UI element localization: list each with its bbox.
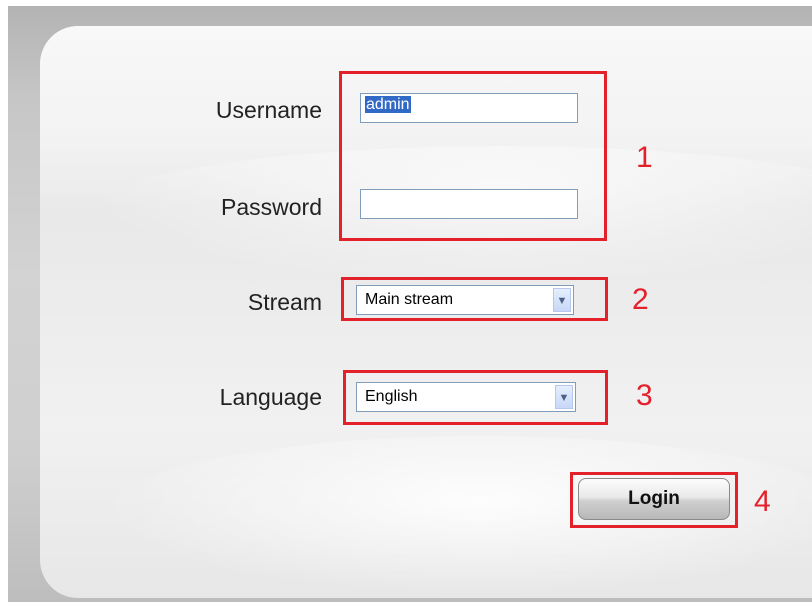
callout-box-login (570, 472, 738, 528)
password-label: Password (221, 194, 322, 220)
callout-box-language (343, 370, 608, 425)
language-label: Language (219, 384, 322, 410)
callout-box-credentials (339, 71, 607, 241)
callout-number-1: 1 (636, 141, 653, 174)
callout-box-stream (341, 277, 608, 321)
stream-label: Stream (247, 289, 322, 315)
username-label: Username (215, 97, 322, 123)
callout-number-4: 4 (754, 485, 771, 518)
callout-number-3: 3 (636, 379, 653, 412)
callout-number-2: 2 (632, 283, 649, 316)
